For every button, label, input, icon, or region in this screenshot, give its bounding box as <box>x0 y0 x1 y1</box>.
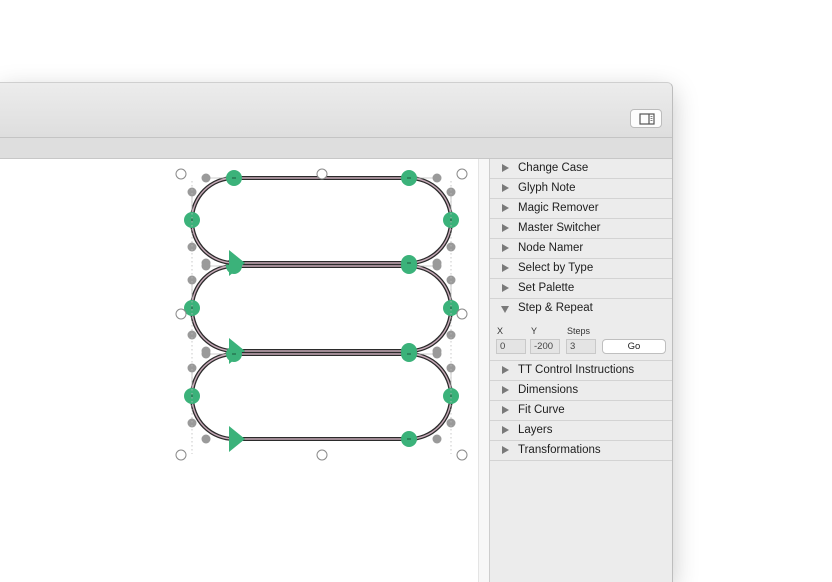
palette-item-label: Master Switcher <box>518 222 601 234</box>
disclosure-triangle-icon <box>502 224 509 232</box>
palette-item-label: Dimensions <box>518 384 579 396</box>
palette-item-label: Step & Repeat <box>518 302 593 314</box>
palette-item-magic-remover[interactable]: Magic Remover <box>490 199 672 219</box>
x-label: X <box>497 326 504 336</box>
glyph-contour-1[interactable] <box>182 256 461 366</box>
palette-panel: Change Case Glyph Note Magic Remover Mas… <box>489 159 672 582</box>
palette-item-select-by-type[interactable]: Select by Type <box>490 259 672 279</box>
glyph-contour-3[interactable] <box>182 168 461 278</box>
palette-item-transformations[interactable]: Transformations <box>490 441 672 461</box>
disclosure-triangle-icon <box>502 264 509 272</box>
palette-item-label: Layers <box>518 424 553 436</box>
palette-item-node-namer[interactable]: Node Namer <box>490 239 672 259</box>
app-window: Change Case Glyph Note Magic Remover Mas… <box>0 82 673 582</box>
disclosure-triangle-icon <box>502 406 509 414</box>
disclosure-triangle-icon <box>502 204 509 212</box>
palette-item-dimensions[interactable]: Dimensions <box>490 381 672 401</box>
palette-item-label: Select by Type <box>518 262 594 274</box>
palette-item-label: Set Palette <box>518 282 575 294</box>
bounding-box-handles[interactable] <box>175 168 468 461</box>
palette-item-glyph-note[interactable]: Glyph Note <box>490 179 672 199</box>
y-label: Y <box>531 326 538 336</box>
palette-item-label: Node Namer <box>518 242 584 254</box>
y-offset-field[interactable]: -200 <box>530 339 560 354</box>
disclosure-triangle-icon <box>502 386 509 394</box>
steps-field[interactable]: 3 <box>566 339 596 354</box>
disclosure-triangle-icon <box>502 244 509 252</box>
palette-item-label: Glyph Note <box>518 182 576 194</box>
disclosure-triangle-icon <box>502 164 509 172</box>
palette-item-change-case[interactable]: Change Case <box>490 159 672 179</box>
disclosure-triangle-icon <box>502 366 509 374</box>
palette-item-fit-curve[interactable]: Fit Curve <box>490 401 672 421</box>
tab-bar <box>0 138 672 159</box>
palette-item-label: TT Control Instructions <box>518 364 635 376</box>
palette-item-set-palette[interactable]: Set Palette <box>490 279 672 299</box>
palette-item-step-repeat[interactable]: Step & Repeat <box>490 299 672 318</box>
sidebar-toggle-button[interactable] <box>630 109 662 128</box>
palette-item-label: Transformations <box>518 444 601 456</box>
toolbar <box>0 83 672 138</box>
disclosure-triangle-icon <box>502 284 509 292</box>
sidebar-right-icon <box>639 113 655 125</box>
palette-item-master-switcher[interactable]: Master Switcher <box>490 219 672 239</box>
palette-item-label: Fit Curve <box>518 404 565 416</box>
disclosure-triangle-open-icon <box>501 306 509 313</box>
palette-item-label: Magic Remover <box>518 202 599 214</box>
palette-item-tt-control-instructions[interactable]: TT Control Instructions <box>490 361 672 381</box>
palette-item-layers[interactable]: Layers <box>490 421 672 441</box>
disclosure-triangle-icon <box>502 184 509 192</box>
palette-item-label: Change Case <box>518 162 589 174</box>
steps-label: Steps <box>567 326 591 336</box>
go-button[interactable]: Go <box>602 339 666 354</box>
disclosure-triangle-icon <box>502 446 509 454</box>
step-repeat-body: X Y Steps 0 -200 3 Go <box>490 318 672 361</box>
glyph-canvas[interactable] <box>0 159 478 582</box>
glyph-outline-drawing <box>175 168 468 461</box>
disclosure-triangle-icon <box>502 426 509 434</box>
glyph-contour-2[interactable] <box>182 344 461 454</box>
x-offset-field[interactable]: 0 <box>496 339 526 354</box>
